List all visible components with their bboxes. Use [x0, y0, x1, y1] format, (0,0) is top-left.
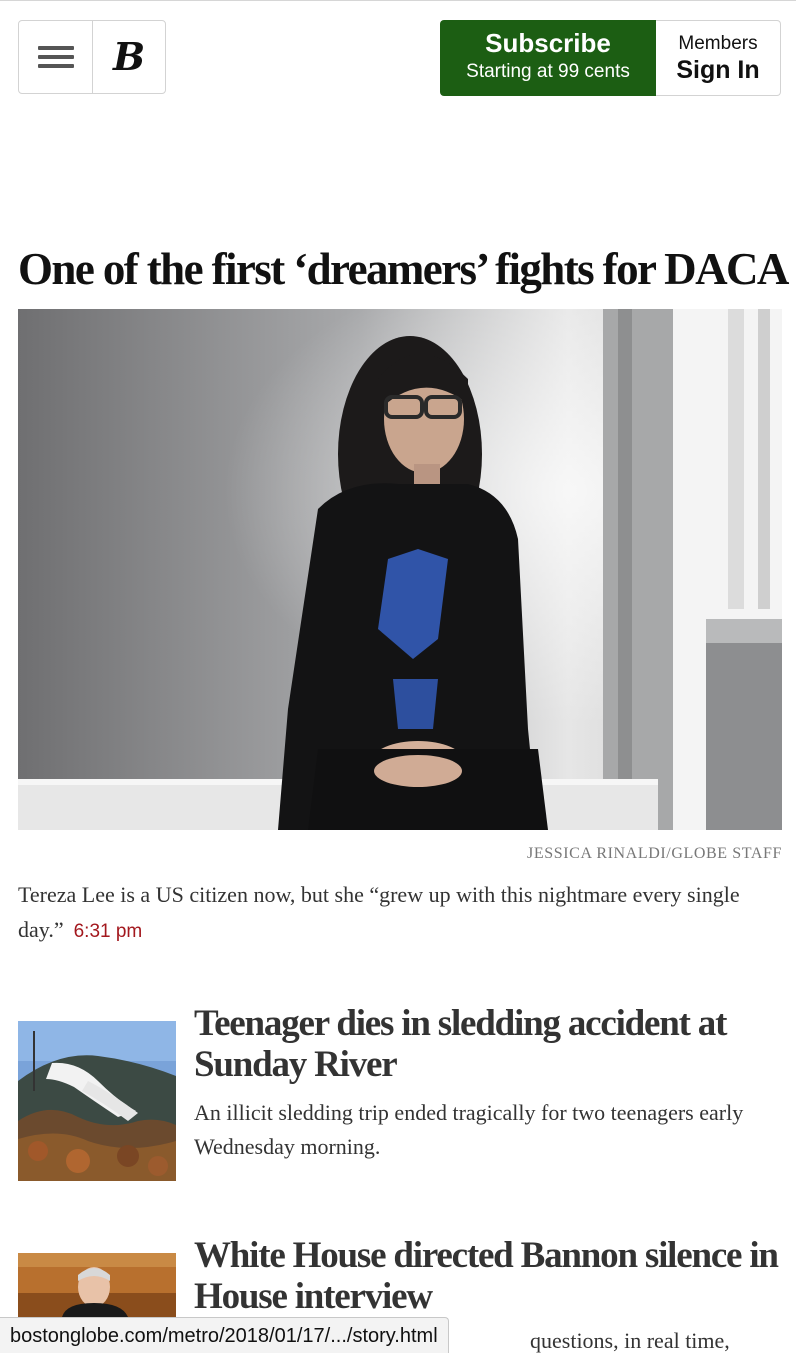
lead-summary: Tereza Lee is a US citizen now, but she … [18, 877, 778, 949]
lead-headline-link[interactable]: One of the first ‘dreamers’ fights for D… [18, 241, 789, 297]
lead-photo[interactable] [18, 309, 782, 830]
subscribe-title: Subscribe [485, 28, 611, 58]
menu-button[interactable] [19, 21, 92, 93]
photo-credit: JESSICA RINALDI/GLOBE STAFF [527, 845, 782, 862]
sign-in-members-label: Members [678, 33, 758, 54]
story-headline-link[interactable]: White House directed Bannon silence in H… [194, 1235, 784, 1317]
story-thumbnail-bannon[interactable] [18, 1253, 176, 1317]
story-summary: questions, in real time, [530, 1328, 730, 1353]
story-thumbnail-ski-slope[interactable] [18, 1021, 176, 1181]
subscribe-subtitle: Starting at 99 cents [466, 61, 630, 82]
subscribe-button[interactable]: Subscribe Starting at 99 cents [440, 20, 656, 96]
lead-timestamp: 6:31 pm [73, 921, 143, 942]
sign-in-label: Sign In [676, 56, 760, 84]
hamburger-menu-icon [37, 46, 74, 68]
sign-in-button[interactable]: Members Sign In [656, 20, 781, 96]
story-headline-link[interactable]: Teenager dies in sledding accident at Su… [194, 1003, 784, 1085]
link-status-bar: bostonglobe.com/metro/2018/01/17/.../sto… [0, 1317, 449, 1353]
boston-globe-logo-icon: B [112, 34, 146, 79]
story-summary: An illicit sledding trip ended tragicall… [194, 1100, 744, 1159]
header-left-group: B [18, 20, 166, 94]
home-logo-button[interactable]: B [92, 21, 165, 93]
